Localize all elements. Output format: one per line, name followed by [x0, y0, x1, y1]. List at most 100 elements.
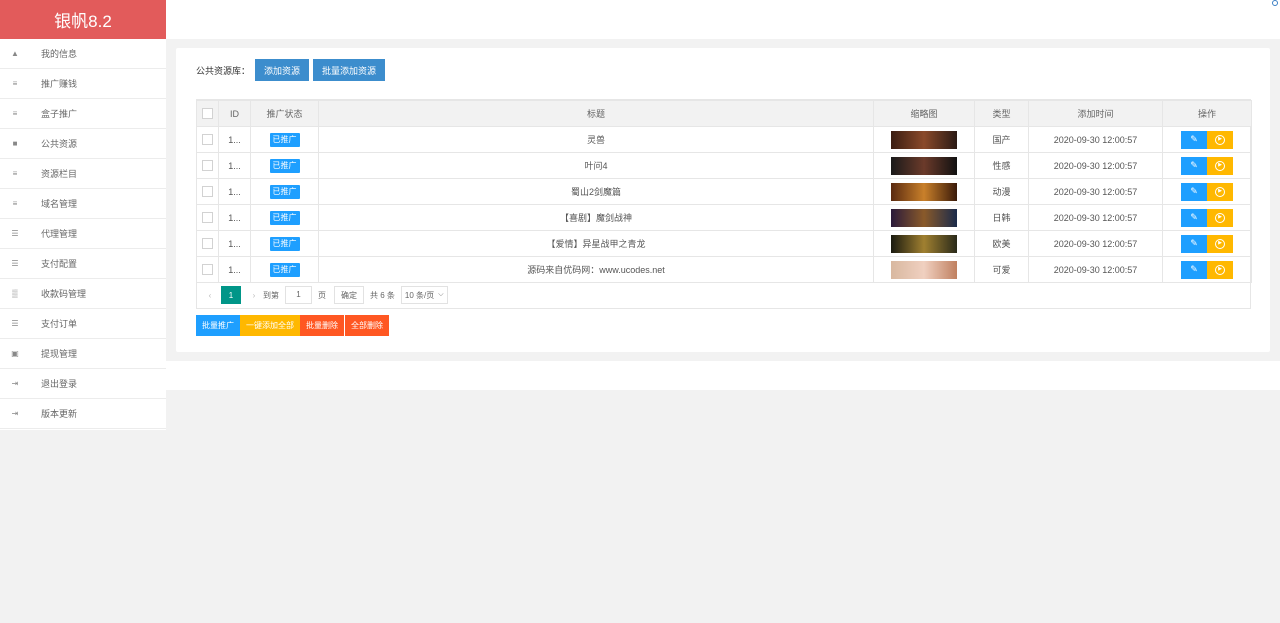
next-page-icon[interactable]: ›	[247, 291, 261, 300]
row-id: 1...	[218, 152, 251, 179]
sidebar-item-label: 支付配置	[41, 259, 78, 269]
thumbnail-image	[891, 182, 957, 201]
row-checkbox[interactable]	[202, 160, 213, 172]
user-icon: ▲	[11, 49, 19, 58]
sidebar-item-label: 资源栏目	[41, 169, 78, 179]
edit-button[interactable]: ✎	[1181, 208, 1207, 227]
status-badge: 已推广	[269, 262, 300, 277]
bulk-promote-button[interactable]: 批量推广	[196, 315, 240, 336]
table-row: 1... 已推广 灵兽 国产 2020-09-30 12:00:57 ✎ ▶	[196, 126, 1252, 153]
row-id: 1...	[218, 204, 251, 231]
row-id: 1...	[218, 178, 251, 205]
sidebar-item[interactable]: ⇥ 退出登录	[0, 369, 166, 399]
row-added-time: 2020-09-30 12:00:57	[1028, 230, 1163, 257]
row-title: 【爱情】异星战甲之青龙	[318, 230, 874, 257]
sidebar-item-label: 退出登录	[41, 379, 78, 389]
sidebar: 银帆8.2 ▲ 我的信息 ≡ 推广赚钱 ≡ 盒子推广 ■ 公共资源 ≡ 资源栏目 ≡ 域名管理 ☰ 代理管…	[0, 0, 166, 430]
current-page-button[interactable]: 1	[221, 286, 241, 304]
row-thumbnail-cell	[873, 204, 975, 231]
prev-page-icon[interactable]: ‹	[203, 291, 217, 300]
list-icon: ≡	[12, 109, 18, 118]
list-icon: ≡	[12, 199, 18, 208]
pagination: ‹ 1 › 到第 1 页 确定 共 6 条 10 条/页 ⌵	[203, 286, 448, 304]
pencil-icon: ✎	[1190, 212, 1198, 222]
sidebar-item[interactable]: ▒ 收款码管理	[0, 279, 166, 309]
play-button[interactable]: ▶	[1207, 208, 1233, 227]
row-status-cell: 已推广	[250, 230, 319, 257]
edit-button[interactable]: ✎	[1181, 234, 1207, 253]
edit-button[interactable]: ✎	[1181, 260, 1207, 279]
edit-button[interactable]: ✎	[1181, 182, 1207, 201]
resource-library-label: 公共资源库：	[196, 66, 251, 76]
sign-in-icon: ⇥	[11, 409, 19, 418]
bulk-delete-button[interactable]: 批量删除	[300, 315, 344, 336]
table-row: 1... 已推广 【喜剧】魔剑战神 日韩 2020-09-30 12:00:57 ✎ ▶	[196, 204, 1252, 231]
sidebar-item[interactable]: ☰ 代理管理	[0, 219, 166, 249]
play-button[interactable]: ▶	[1207, 182, 1233, 201]
sidebar-item-label: 域名管理	[41, 199, 78, 209]
chevron-down-icon: ⌵	[438, 291, 444, 298]
row-checkbox[interactable]	[202, 134, 213, 146]
settings-dot-icon[interactable]	[1272, 0, 1278, 6]
sidebar-item[interactable]: ■ 公共资源	[0, 129, 166, 159]
sidebar-item[interactable]: ▣ 提现管理	[0, 339, 166, 369]
row-title: 蜀山2剑魔篇	[318, 178, 874, 205]
play-button[interactable]: ▶	[1207, 130, 1233, 149]
column-header-status: 推广状态	[250, 100, 319, 127]
row-id: 1...	[218, 230, 251, 257]
bulk-add-resource-button[interactable]: 批量添加资源	[313, 59, 385, 81]
bulk-actions: 批量推广 一键添加全部 批量删除 全部删除	[196, 315, 389, 336]
play-button[interactable]: ▶	[1207, 156, 1233, 175]
sidebar-item[interactable]: ⇥ 版本更新	[0, 399, 166, 429]
row-title: 源码来自优码网：www.ucodes.net	[318, 256, 874, 283]
video-icon: ■	[12, 139, 18, 148]
row-checkbox[interactable]	[202, 212, 213, 224]
row-checkbox[interactable]	[202, 186, 213, 198]
row-id: 1...	[218, 256, 251, 283]
qrcode-icon: ▒	[12, 289, 18, 298]
page-size-select[interactable]: 10 条/页 ⌵	[400, 286, 448, 304]
delete-all-button[interactable]: 全部删除	[344, 315, 389, 336]
edit-button[interactable]: ✎	[1181, 130, 1207, 149]
bullet-list-icon: ☰	[11, 319, 19, 328]
goto-page-input[interactable]: 1	[285, 286, 312, 304]
row-added-time: 2020-09-30 12:00:57	[1028, 152, 1163, 179]
sidebar-item[interactable]: ▲ 我的信息	[0, 39, 166, 69]
sidebar-item[interactable]: ≡ 盒子推广	[0, 99, 166, 129]
bullet-list-icon: ☰	[11, 259, 19, 268]
add-resource-button[interactable]: 添加资源	[255, 59, 309, 81]
table-header-row: ID 推广状态 标题 缩略图 类型 添加时间 操作	[196, 100, 1252, 127]
row-title: 【喜剧】魔剑战神	[318, 204, 874, 231]
thumbnail-image	[891, 208, 957, 227]
status-badge: 已推广	[269, 158, 300, 173]
play-button[interactable]: ▶	[1207, 260, 1233, 279]
edit-button[interactable]: ✎	[1181, 156, 1207, 175]
sidebar-item[interactable]: ☰ 支付订单	[0, 309, 166, 339]
resource-table: ID 推广状态 标题 缩略图 类型 添加时间 操作 1... 已推广 灵兽 国产 202…	[196, 100, 1252, 283]
sidebar-item[interactable]: ≡ 推广赚钱	[0, 69, 166, 99]
row-type: 日韩	[974, 204, 1029, 231]
play-button[interactable]: ▶	[1207, 234, 1233, 253]
row-checkbox[interactable]	[202, 238, 213, 250]
pencil-icon: ✎	[1190, 160, 1198, 170]
row-select-cell	[196, 230, 219, 257]
goto-confirm-button[interactable]: 确定	[334, 286, 364, 304]
list-icon: ≡	[12, 79, 18, 88]
sidebar-item[interactable]: ☰ 支付配置	[0, 249, 166, 279]
row-status-cell: 已推广	[250, 256, 319, 283]
pencil-icon: ✎	[1190, 238, 1198, 248]
row-id: 1...	[218, 126, 251, 153]
sidebar-item[interactable]: ≡ 资源栏目	[0, 159, 166, 189]
row-thumbnail-cell	[873, 126, 975, 153]
add-all-button[interactable]: 一键添加全部	[240, 315, 300, 336]
thumbnail-image	[891, 130, 957, 149]
select-all-checkbox[interactable]	[202, 108, 213, 120]
row-added-time: 2020-09-30 12:00:57	[1028, 204, 1163, 231]
row-type: 欧美	[974, 230, 1029, 257]
sidebar-item-label: 公共资源	[41, 139, 78, 149]
table-row: 1... 已推广 蜀山2剑魔篇 动漫 2020-09-30 12:00:57 ✎ ▶	[196, 178, 1252, 205]
sidebar-item[interactable]: ≡ 域名管理	[0, 189, 166, 219]
thumbnail-image	[891, 234, 957, 253]
row-status-cell: 已推广	[250, 152, 319, 179]
row-checkbox[interactable]	[202, 264, 213, 276]
